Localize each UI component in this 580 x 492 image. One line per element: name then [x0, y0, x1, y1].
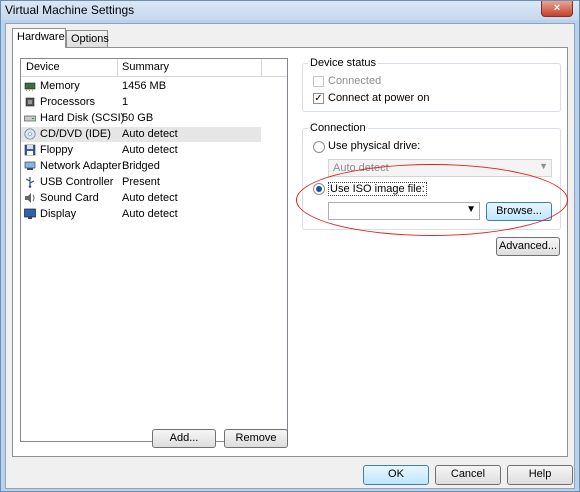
use-physical-drive-radio[interactable] — [313, 141, 325, 153]
close-button[interactable]: × — [541, 1, 573, 17]
device-row-floppy[interactable]: Floppy Auto detect — [21, 143, 261, 158]
processor-icon — [24, 96, 36, 108]
add-button[interactable]: Add... — [152, 429, 216, 448]
device-list[interactable]: Device Summary Memory 1456 MB Processors… — [20, 58, 288, 442]
device-summary: Auto detect — [122, 208, 178, 220]
connect-at-power-on-checkbox[interactable]: ✓ — [313, 93, 324, 104]
cancel-button[interactable]: Cancel — [435, 465, 501, 485]
tab-options[interactable]: Options — [66, 30, 109, 48]
title-bar[interactable]: Virtual Machine Settings × — [1, 1, 579, 20]
device-summary: Auto detect — [122, 128, 178, 140]
memory-icon — [24, 80, 36, 92]
device-list-header: Device Summary — [21, 59, 287, 77]
column-header-device[interactable]: Device — [26, 61, 60, 73]
device-summary: Auto detect — [122, 192, 178, 204]
remove-button[interactable]: Remove — [224, 429, 288, 448]
connected-label: Connected — [328, 75, 382, 87]
device-status-group: Device status Connected ✓ Connect at pow… — [302, 57, 561, 112]
usb-controller-icon — [24, 176, 36, 188]
physical-drive-select[interactable]: Auto detect ▼ — [328, 159, 552, 177]
device-summary: 50 GB — [122, 112, 154, 124]
device-name: Memory — [40, 80, 80, 92]
connected-checkbox[interactable] — [313, 76, 324, 87]
device-row-display[interactable]: Display Auto detect — [21, 207, 261, 222]
device-name: Floppy — [40, 144, 74, 156]
device-summary: Bridged — [122, 160, 160, 172]
iso-image-path-combo[interactable]: ▼ — [328, 202, 480, 220]
use-iso-image-label: Use ISO image file: — [328, 182, 427, 196]
virtual-machine-settings-window: Virtual Machine Settings × Hardware Opti… — [0, 0, 580, 492]
sound-card-icon — [24, 192, 36, 204]
dialog-body: Hardware Options Device Summary Memory 1… — [5, 23, 575, 489]
device-row-cd-dvd[interactable]: CD/DVD (IDE) Auto detect — [21, 127, 261, 142]
device-name: USB Controller — [40, 176, 114, 188]
device-name: Sound Card — [40, 192, 99, 204]
device-row-network-adapter[interactable]: Network Adapter Bridged — [21, 159, 261, 174]
advanced-button[interactable]: Advanced... — [496, 237, 560, 256]
use-iso-image-radio[interactable] — [313, 183, 325, 195]
device-row-usb-controller[interactable]: USB Controller Present — [21, 175, 261, 190]
hard-disk-icon — [24, 112, 36, 124]
device-name: CD/DVD (IDE) — [40, 128, 111, 140]
physical-drive-value: Auto detect — [333, 162, 389, 174]
browse-button[interactable]: Browse... — [486, 202, 552, 221]
device-summary: 1 — [122, 96, 129, 108]
network-adapter-icon — [24, 160, 36, 172]
device-row-sound-card[interactable]: Sound Card Auto detect — [21, 191, 261, 206]
device-summary: Present — [122, 176, 160, 188]
cd-dvd-icon — [24, 128, 36, 140]
display-icon — [24, 208, 36, 220]
device-name: Hard Disk (SCSI) — [40, 112, 125, 124]
help-button[interactable]: Help — [507, 465, 573, 485]
device-summary: 1456 MB — [122, 80, 167, 92]
device-row-memory[interactable]: Memory 1456 MB — [21, 79, 261, 94]
device-row-hard-disk[interactable]: Hard Disk (SCSI) 50 GB — [21, 111, 261, 126]
device-name: Processors — [40, 96, 96, 108]
column-header-summary[interactable]: Summary — [122, 61, 169, 73]
connect-at-power-on-label: Connect at power on — [328, 92, 430, 104]
chevron-down-icon: ▼ — [539, 161, 548, 171]
tab-hardware[interactable]: Hardware — [12, 28, 66, 48]
device-name: Network Adapter — [40, 160, 122, 172]
chevron-down-icon[interactable]: ▼ — [466, 204, 476, 215]
floppy-icon — [24, 144, 36, 156]
ok-button[interactable]: OK — [363, 465, 429, 485]
device-row-processors[interactable]: Processors 1 — [21, 95, 261, 110]
device-status-title: Device status — [308, 57, 379, 69]
connection-title: Connection — [308, 122, 368, 134]
device-summary: Auto detect — [122, 144, 178, 156]
connection-group: Connection Use physical drive: Auto dete… — [302, 122, 561, 230]
window-title: Virtual Machine Settings — [5, 3, 135, 17]
device-name: Display — [40, 208, 77, 220]
use-physical-drive-label: Use physical drive: — [328, 140, 421, 152]
